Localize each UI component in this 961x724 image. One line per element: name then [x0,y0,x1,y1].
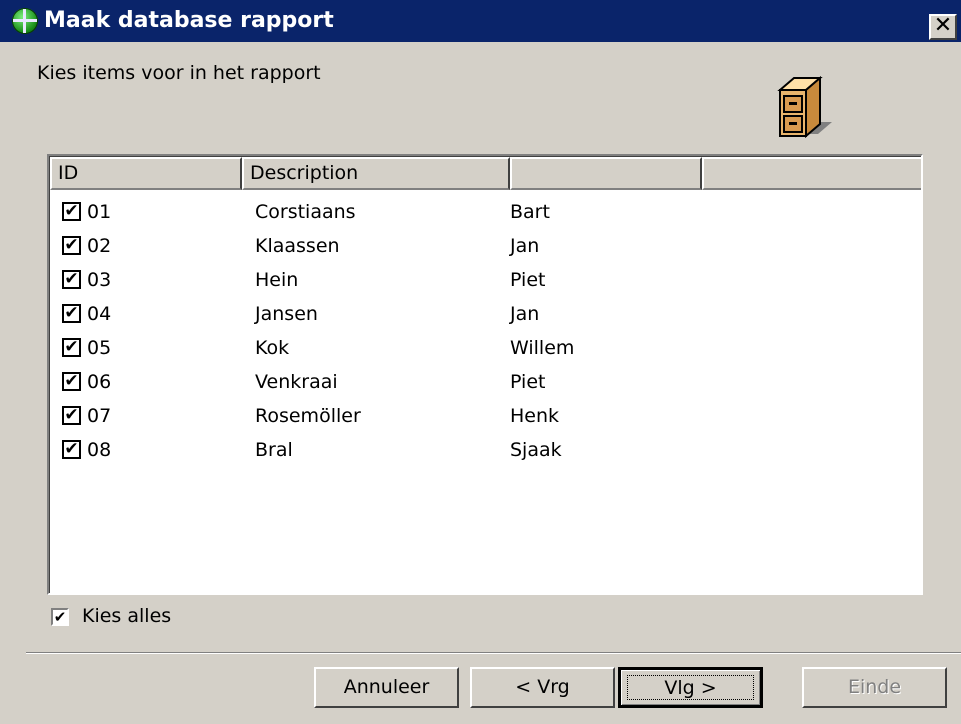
row-name: Jan [510,303,540,325]
row-checkbox[interactable]: ✔ [62,338,81,357]
filing-cabinet-icon [777,75,832,139]
row-description: Klaassen [255,235,340,257]
next-button-label: Vlg > [627,675,754,700]
list-header: ID Description [50,157,921,190]
close-button[interactable]: ✕ [929,14,957,40]
row-checkbox[interactable]: ✔ [62,372,81,391]
row-description: Rosemöller [255,405,361,427]
globe-icon [12,8,38,34]
list-item[interactable]: ✔ 01 Corstiaans Bart [50,195,921,229]
window-title: Maak database rapport [44,8,334,33]
instruction-text: Kies items voor in het rapport [37,62,321,84]
row-checkbox[interactable]: ✔ [62,304,81,323]
row-description: Hein [255,269,299,291]
row-id: 01 [87,201,112,223]
row-name: Piet [510,371,546,393]
select-all-checkbox[interactable]: ✔ [51,608,69,626]
row-id: 02 [87,235,112,257]
finish-button[interactable]: Einde [802,667,947,708]
row-description: Venkraai [255,371,338,393]
list-item[interactable]: ✔ 07 Rosemöller Henk [50,399,921,433]
row-name: Piet [510,269,546,291]
row-checkbox[interactable]: ✔ [62,202,81,221]
list-item[interactable]: ✔ 05 Kok Willem [50,331,921,365]
column-header-4[interactable] [702,157,921,190]
column-header-description[interactable]: Description [242,157,510,190]
row-description: Kok [255,337,290,359]
back-button[interactable]: < Vrg [470,667,615,708]
list-item[interactable]: ✔ 08 Bral Sjaak [50,433,921,467]
row-checkbox[interactable]: ✔ [62,440,81,459]
separator-line [26,652,961,654]
list-item[interactable]: ✔ 03 Hein Piet [50,263,921,297]
select-all-label[interactable]: Kies alles [82,605,171,627]
row-id: 05 [87,337,112,359]
cancel-button[interactable]: Annuleer [314,667,459,708]
row-description: Jansen [255,303,318,325]
row-name: Bart [510,201,550,223]
title-bar: Maak database rapport ✕ [0,0,961,42]
row-checkbox[interactable]: ✔ [62,406,81,425]
row-id: 06 [87,371,112,393]
row-checkbox[interactable]: ✔ [62,236,81,255]
column-header-3[interactable] [510,157,702,190]
row-name: Henk [510,405,560,427]
row-description: Bral [255,439,293,461]
row-name: Jan [510,235,540,257]
row-id: 03 [87,269,112,291]
row-name: Willem [510,337,575,359]
next-button[interactable]: Vlg > [618,667,763,708]
row-id: 07 [87,405,112,427]
row-name: Sjaak [510,439,562,461]
row-checkbox[interactable]: ✔ [62,270,81,289]
list-item[interactable]: ✔ 02 Klaassen Jan [50,229,921,263]
row-id: 04 [87,303,112,325]
list-item[interactable]: ✔ 06 Venkraai Piet [50,365,921,399]
column-header-id[interactable]: ID [50,157,242,190]
list-item[interactable]: ✔ 04 Jansen Jan [50,297,921,331]
row-id: 08 [87,439,112,461]
row-description: Corstiaans [255,201,356,223]
items-listview[interactable]: ID Description ✔ 01 Corstiaans Bart ✔ 02… [47,154,923,595]
